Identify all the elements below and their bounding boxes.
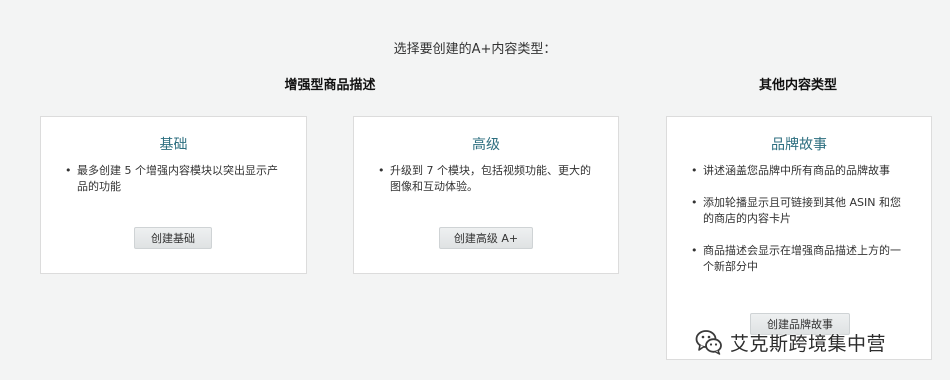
- create-premium-button[interactable]: 创建高级 A+: [439, 227, 533, 249]
- card-premium: 高级 升级到 7 个模块，包括视频功能、更大的图像和互动体验。 创建高级 A+: [353, 116, 619, 274]
- list-item: 最多创建 5 个增强内容模块以突出显示产品的功能: [65, 163, 286, 195]
- card-title: 高级: [472, 137, 500, 153]
- feature-list: 升级到 7 个模块，包括视频功能、更大的图像和互动体验。: [354, 163, 618, 211]
- card-title: 基础: [159, 137, 188, 153]
- wechat-icon: [695, 330, 722, 355]
- list-item: 添加轮播显示且可链接到其他 ASIN 和您的商店的内容卡片: [691, 195, 911, 227]
- list-item: 商品描述会显示在增强商品描述上方的一个新部分中: [691, 243, 911, 275]
- feature-list: 最多创建 5 个增强内容模块以突出显示产品的功能: [41, 163, 306, 211]
- section-heading-enhanced: 增强型商品描述: [284, 78, 376, 93]
- page-title: 选择要创建的A+内容类型：: [393, 42, 557, 57]
- card-brand-story: 品牌故事 讲述涵盖您品牌中所有商品的品牌故事 添加轮播显示且可链接到其他 ASI…: [666, 116, 932, 360]
- list-item: 讲述涵盖您品牌中所有商品的品牌故事: [691, 163, 911, 179]
- list-item: 升级到 7 个模块，包括视频功能、更大的图像和互动体验。: [378, 163, 598, 195]
- feature-list: 讲述涵盖您品牌中所有商品的品牌故事 添加轮播显示且可链接到其他 ASIN 和您的…: [667, 163, 931, 291]
- card-basic: 基础 最多创建 5 个增强内容模块以突出显示产品的功能 创建基础: [40, 116, 307, 274]
- section-heading-other: 其他内容类型: [758, 78, 837, 93]
- create-basic-button[interactable]: 创建基础: [134, 227, 212, 249]
- card-title: 品牌故事: [771, 137, 827, 153]
- watermark-text: 艾克斯跨境集中营: [730, 332, 887, 355]
- watermark: 艾克斯跨境集中营: [694, 326, 886, 358]
